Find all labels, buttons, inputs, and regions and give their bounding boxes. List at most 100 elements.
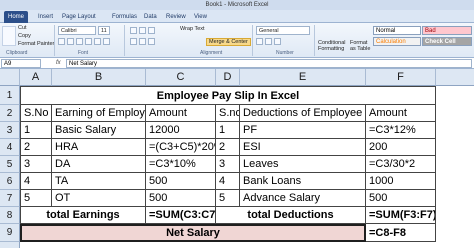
data-cell[interactable]: 3: [216, 156, 240, 173]
italic-button[interactable]: [67, 38, 74, 45]
format-as-table-button[interactable]: Format as Table: [350, 40, 372, 52]
data-cell[interactable]: =(C3+C5)*20%: [146, 139, 216, 156]
data-cell[interactable]: Advance Salary: [240, 190, 366, 207]
data-cell[interactable]: Bank Loans: [240, 173, 366, 190]
data-cell[interactable]: PF: [240, 122, 366, 139]
title-cell[interactable]: Employee Pay Slip In Excel: [20, 86, 436, 105]
tab-home[interactable]: Home: [4, 11, 29, 23]
column-header-d[interactable]: D: [216, 69, 240, 86]
column-header-a[interactable]: A: [20, 69, 52, 86]
data-cell[interactable]: =C3*12%: [366, 122, 436, 139]
font-size-select[interactable]: 11: [98, 26, 110, 35]
fill-color-button[interactable]: [94, 38, 101, 45]
data-cell[interactable]: 1: [20, 122, 52, 139]
data-cell[interactable]: 500: [146, 173, 216, 190]
total-earnings-formula[interactable]: =SUM(C3:C7): [146, 207, 216, 224]
data-cell[interactable]: 1: [216, 122, 240, 139]
select-all-corner[interactable]: [0, 69, 20, 86]
data-cell[interactable]: ESI: [240, 139, 366, 156]
row-header-8[interactable]: 8: [0, 207, 20, 224]
borders-button[interactable]: [85, 38, 92, 45]
style-check-cell[interactable]: Check Cell: [422, 37, 472, 46]
row-header-7[interactable]: 7: [0, 190, 20, 207]
data-cell[interactable]: 2: [216, 139, 240, 156]
data-cell[interactable]: 5: [216, 190, 240, 207]
data-cell[interactable]: DA: [52, 156, 146, 173]
tab-data[interactable]: Data: [140, 11, 161, 23]
row-header-6[interactable]: 6: [0, 173, 20, 190]
font-color-button[interactable]: [103, 38, 110, 45]
fx-icon[interactable]: fx: [56, 59, 61, 68]
font-name-select[interactable]: Calibri: [58, 26, 96, 35]
data-cell[interactable]: 4: [216, 173, 240, 190]
paste-button[interactable]: [2, 26, 16, 46]
tab-page-layout[interactable]: Page Layout: [58, 11, 100, 23]
conditional-formatting-button[interactable]: Conditional Formatting: [318, 40, 350, 52]
total-deductions-label[interactable]: total Deductions: [216, 207, 366, 224]
data-cell[interactable]: HRA: [52, 139, 146, 156]
total-deductions-formula[interactable]: =SUM(F3:F7): [366, 207, 436, 224]
data-cell[interactable]: 500: [366, 190, 436, 207]
column-header-c[interactable]: C: [146, 69, 216, 86]
cut-button[interactable]: Cut: [18, 25, 27, 31]
align-middle-button[interactable]: [139, 27, 146, 34]
format-painter-button[interactable]: Format Painter: [18, 41, 54, 47]
percent-button[interactable]: [265, 38, 272, 45]
row-header-3[interactable]: 3: [0, 122, 20, 139]
data-cell[interactable]: OT: [52, 190, 146, 207]
style-bad[interactable]: Bad: [422, 26, 472, 35]
header-amount-deductions[interactable]: Amount: [366, 105, 436, 122]
net-salary-label[interactable]: Net Salary: [20, 224, 366, 242]
header-sno-deductions[interactable]: S.no: [216, 105, 240, 122]
number-format-select[interactable]: General: [256, 26, 310, 35]
underline-button[interactable]: [76, 38, 83, 45]
header-deduction[interactable]: Deductions of Employee: [240, 105, 366, 122]
header-sno-earnings[interactable]: S.No: [20, 105, 52, 122]
align-top-button[interactable]: [130, 27, 137, 34]
tab-view[interactable]: View: [190, 11, 211, 23]
data-cell[interactable]: 12000: [146, 122, 216, 139]
currency-button[interactable]: [256, 38, 263, 45]
formula-input[interactable]: Net Salary: [66, 59, 472, 68]
align-right-button[interactable]: [148, 38, 155, 45]
align-center-button[interactable]: [139, 38, 146, 45]
style-normal[interactable]: Normal: [373, 26, 421, 35]
align-left-button[interactable]: [130, 38, 137, 45]
tab-review[interactable]: Review: [162, 11, 190, 23]
data-cell[interactable]: 500: [146, 190, 216, 207]
data-cell[interactable]: TA: [52, 173, 146, 190]
style-calculation[interactable]: Calculation: [373, 37, 421, 46]
row-header-9[interactable]: 9: [0, 224, 20, 242]
tab-formulas[interactable]: Formulas: [108, 11, 141, 23]
copy-button[interactable]: Copy: [18, 33, 31, 39]
column-header-b[interactable]: B: [52, 69, 146, 86]
wrap-text-button[interactable]: Wrap Text: [180, 26, 205, 32]
row-header-1[interactable]: 1: [0, 86, 20, 105]
column-header-e[interactable]: E: [240, 69, 366, 86]
align-bottom-button[interactable]: [148, 27, 155, 34]
comma-button[interactable]: [274, 38, 281, 45]
data-cell[interactable]: 1000: [366, 173, 436, 190]
row-header-10[interactable]: [0, 242, 20, 248]
data-cell[interactable]: 2: [20, 139, 52, 156]
row-header-5[interactable]: 5: [0, 156, 20, 173]
column-header-f[interactable]: F: [366, 69, 436, 86]
data-cell[interactable]: =C3/30*2: [366, 156, 436, 173]
header-amount-earnings[interactable]: Amount: [146, 105, 216, 122]
data-cell[interactable]: 200: [366, 139, 436, 156]
data-cell[interactable]: =C3*10%: [146, 156, 216, 173]
merge-center-button[interactable]: Merge & Center: [206, 38, 251, 46]
name-box[interactable]: A9: [1, 59, 41, 68]
data-cell[interactable]: 5: [20, 190, 52, 207]
net-salary-formula[interactable]: =C8-F8: [366, 224, 436, 242]
total-earnings-label[interactable]: total Earnings: [20, 207, 146, 224]
bold-button[interactable]: [58, 38, 65, 45]
data-cell[interactable]: Leaves: [240, 156, 366, 173]
header-earning[interactable]: Earning of Employee: [52, 105, 146, 122]
row-header-2[interactable]: 2: [0, 105, 20, 122]
row-header-4[interactable]: 4: [0, 139, 20, 156]
data-cell[interactable]: 3: [20, 156, 52, 173]
data-cell[interactable]: Basic Salary: [52, 122, 146, 139]
tab-insert[interactable]: Insert: [34, 11, 57, 23]
data-cell[interactable]: 4: [20, 173, 52, 190]
